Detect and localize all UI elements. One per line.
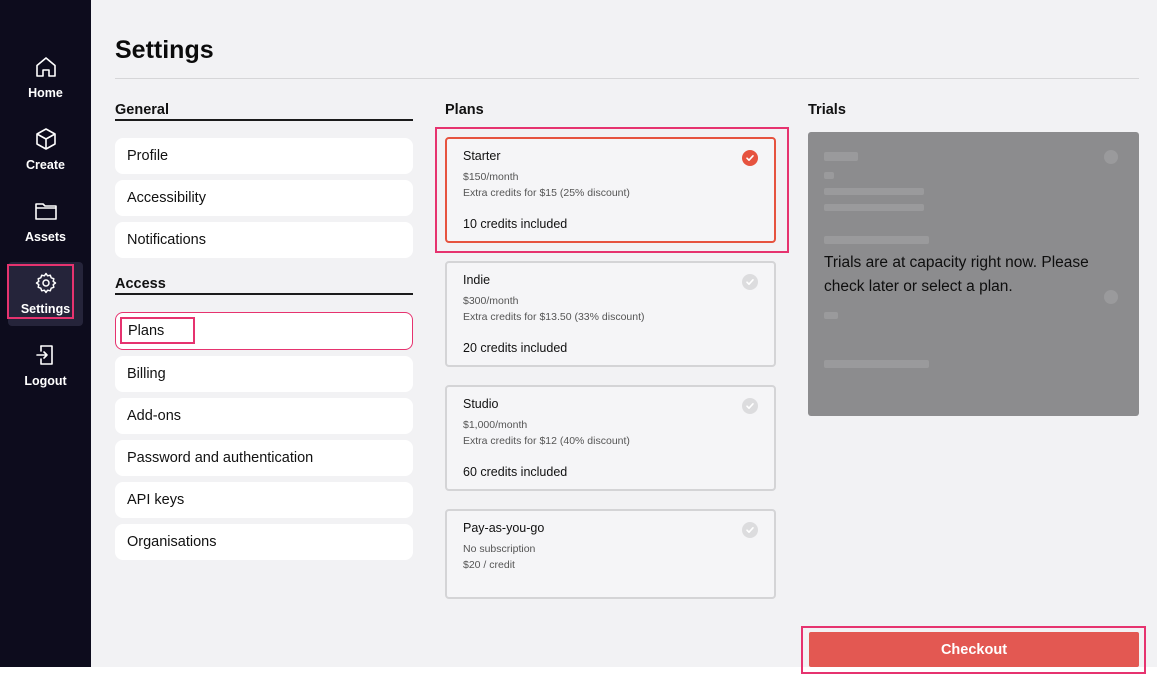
plan-price: $300/month <box>463 295 519 307</box>
nav-assets-label: Assets <box>25 230 66 244</box>
menu-item-organisations[interactable]: Organisations <box>115 524 413 560</box>
trials-overlay: Trials are at capacity right now. Please… <box>808 132 1139 416</box>
menu-item-profile[interactable]: Profile <box>115 138 413 174</box>
plan-extra: Extra credits for $13.50 (33% discount) <box>463 311 645 323</box>
plan-card-starter[interactable]: Starter $150/month Extra credits for $15… <box>445 137 776 243</box>
plan-credits: 10 credits included <box>463 217 568 231</box>
cube-icon <box>33 126 59 152</box>
nav-assets[interactable]: Assets <box>8 190 83 254</box>
nav-home[interactable]: Home <box>8 46 83 110</box>
plan-extra: Extra credits for $12 (40% discount) <box>463 435 630 447</box>
blurred-placeholder <box>824 188 924 195</box>
trials-heading: Trials <box>808 102 846 118</box>
plan-price: $1,000/month <box>463 419 528 431</box>
nav-home-label: Home <box>28 86 63 100</box>
plan-name: Starter <box>463 149 501 163</box>
bottom-strip <box>0 667 1157 675</box>
blurred-placeholder <box>824 312 838 319</box>
blurred-placeholder <box>1104 150 1118 164</box>
plan-extra: $20 / credit <box>463 559 515 571</box>
menu-item-accessibility[interactable]: Accessibility <box>115 180 413 216</box>
plan-card-studio[interactable]: Studio $1,000/month Extra credits for $1… <box>445 385 776 491</box>
plan-credits: 60 credits included <box>463 465 568 479</box>
nav-create[interactable]: Create <box>8 118 83 182</box>
nav-settings[interactable]: Settings <box>8 262 83 326</box>
check-circle-icon <box>742 398 758 414</box>
access-heading: Access <box>115 276 166 292</box>
menu-item-notifications[interactable]: Notifications <box>115 222 413 258</box>
menu-item-api-keys[interactable]: API keys <box>115 482 413 518</box>
plan-name: Studio <box>463 397 499 411</box>
menu-item-password-authentication[interactable]: Password and authentication <box>115 440 413 476</box>
plans-heading: Plans <box>445 102 484 118</box>
page-title: Settings <box>115 36 214 64</box>
nav-logout[interactable]: Logout <box>8 334 83 398</box>
plan-extra: Extra credits for $15 (25% discount) <box>463 187 630 199</box>
check-circle-icon <box>742 522 758 538</box>
logout-icon <box>33 342 59 368</box>
blurred-placeholder <box>824 360 929 368</box>
blurred-placeholder <box>824 236 929 244</box>
folder-icon <box>33 198 59 224</box>
plan-name: Pay-as-you-go <box>463 521 545 535</box>
blurred-placeholder <box>824 172 834 179</box>
menu-item-plans[interactable]: Plans <box>115 312 413 350</box>
general-heading: General <box>115 102 169 118</box>
blurred-placeholder <box>824 152 858 161</box>
plan-price: $150/month <box>463 171 519 183</box>
nav-create-label: Create <box>26 158 65 172</box>
nav-settings-label: Settings <box>20 302 71 316</box>
checkout-button[interactable]: Checkout <box>809 632 1139 667</box>
trials-capacity-message: Trials are at capacity right now. Please… <box>824 254 1089 295</box>
check-circle-icon <box>742 150 758 166</box>
plan-credits: 20 credits included <box>463 341 568 355</box>
blurred-placeholder <box>824 204 924 211</box>
check-circle-icon <box>742 274 758 290</box>
home-icon <box>33 54 59 80</box>
menu-item-add-ons[interactable]: Add-ons <box>115 398 413 434</box>
plan-price: No subscription <box>463 543 536 555</box>
sidebar: Home Create Assets Settings Logout <box>0 0 91 667</box>
title-divider <box>115 78 1139 79</box>
plan-name: Indie <box>463 273 491 287</box>
plan-card-pay-as-you-go[interactable]: Pay-as-you-go No subscription $20 / cred… <box>445 509 776 599</box>
nav-logout-label: Logout <box>24 374 67 388</box>
plan-card-indie[interactable]: Indie $300/month Extra credits for $13.5… <box>445 261 776 367</box>
settings-main: Settings General Profile Accessibility N… <box>91 0 1157 667</box>
access-divider <box>115 293 413 295</box>
menu-item-billing[interactable]: Billing <box>115 356 413 392</box>
general-divider <box>115 119 413 121</box>
gear-icon <box>33 270 59 296</box>
